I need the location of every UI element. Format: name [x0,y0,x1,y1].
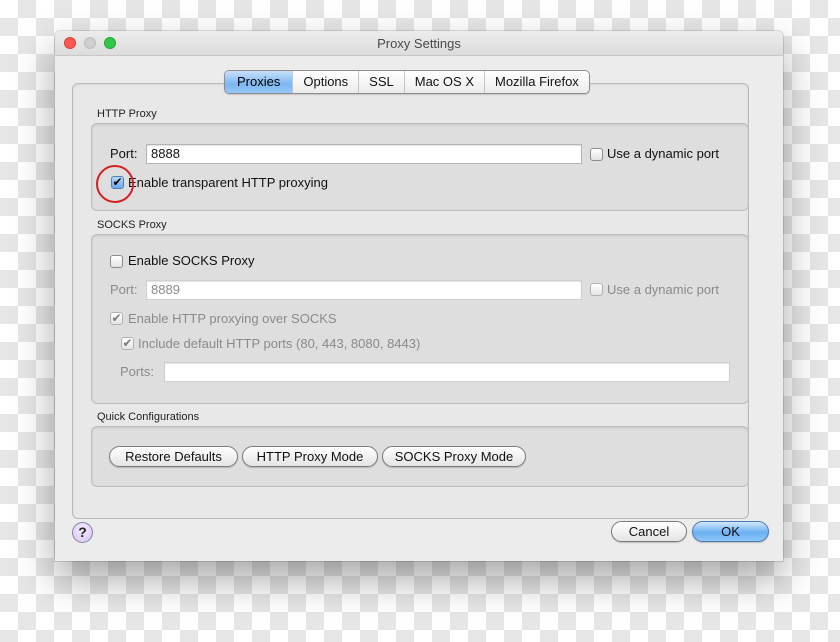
http-dynamic-port-checkbox[interactable] [590,148,603,161]
quick-config-section-label: Quick Configurations [97,411,200,423]
socks-port-input[interactable]: 8889 [146,280,582,300]
socks-port-label: Port: [110,282,138,297]
ports-label: Ports: [120,364,154,379]
http-proxy-section-label: HTTP Proxy [97,108,157,120]
tab-mac-os-x[interactable]: Mac OS X [405,71,485,93]
help-button[interactable]: ? [72,522,93,543]
title-bar[interactable]: Proxy Settings [55,31,783,56]
transparent-proxy-label: Enable transparent HTTP proxying [128,175,328,190]
tab-mozilla-firefox[interactable]: Mozilla Firefox [485,71,589,93]
restore-defaults-button[interactable]: Restore Defaults [109,446,238,467]
window-title: Proxy Settings [377,36,461,51]
socks-dynamic-port-checkbox[interactable] [590,283,603,296]
enable-socks-checkbox[interactable] [110,255,123,268]
include-default-ports-label: Include default HTTP ports (80, 443, 808… [138,336,421,351]
tab-ssl[interactable]: SSL [359,71,405,93]
cancel-button[interactable]: Cancel [611,521,687,542]
ok-button[interactable]: OK [692,521,769,542]
socks-proxy-section-label: SOCKS Proxy [97,219,167,231]
socks-proxy-mode-button[interactable]: SOCKS Proxy Mode [382,446,526,467]
socks-dynamic-port-label: Use a dynamic port [607,282,719,297]
ports-input[interactable] [164,362,730,382]
include-default-ports-checkbox[interactable]: ✔ [121,337,134,350]
http-proxy-group [91,123,749,211]
tab-proxies[interactable]: Proxies [225,71,294,93]
http-port-label: Port: [110,146,138,161]
enable-socks-label: Enable SOCKS Proxy [128,253,255,268]
http-dynamic-port-label: Use a dynamic port [607,146,719,161]
tab-bar: Proxies Options SSL Mac OS X Mozilla Fir… [224,70,590,94]
highlight-annotation-circle [96,165,134,203]
proxy-settings-window: Proxy Settings Proxies Options SSL Mac O… [55,31,783,561]
http-port-input[interactable]: 8888 [146,144,582,164]
http-over-socks-label: Enable HTTP proxying over SOCKS [128,311,337,326]
http-proxy-mode-button[interactable]: HTTP Proxy Mode [242,446,378,467]
tab-options[interactable]: Options [293,71,360,93]
http-over-socks-checkbox[interactable]: ✔ [110,312,123,325]
